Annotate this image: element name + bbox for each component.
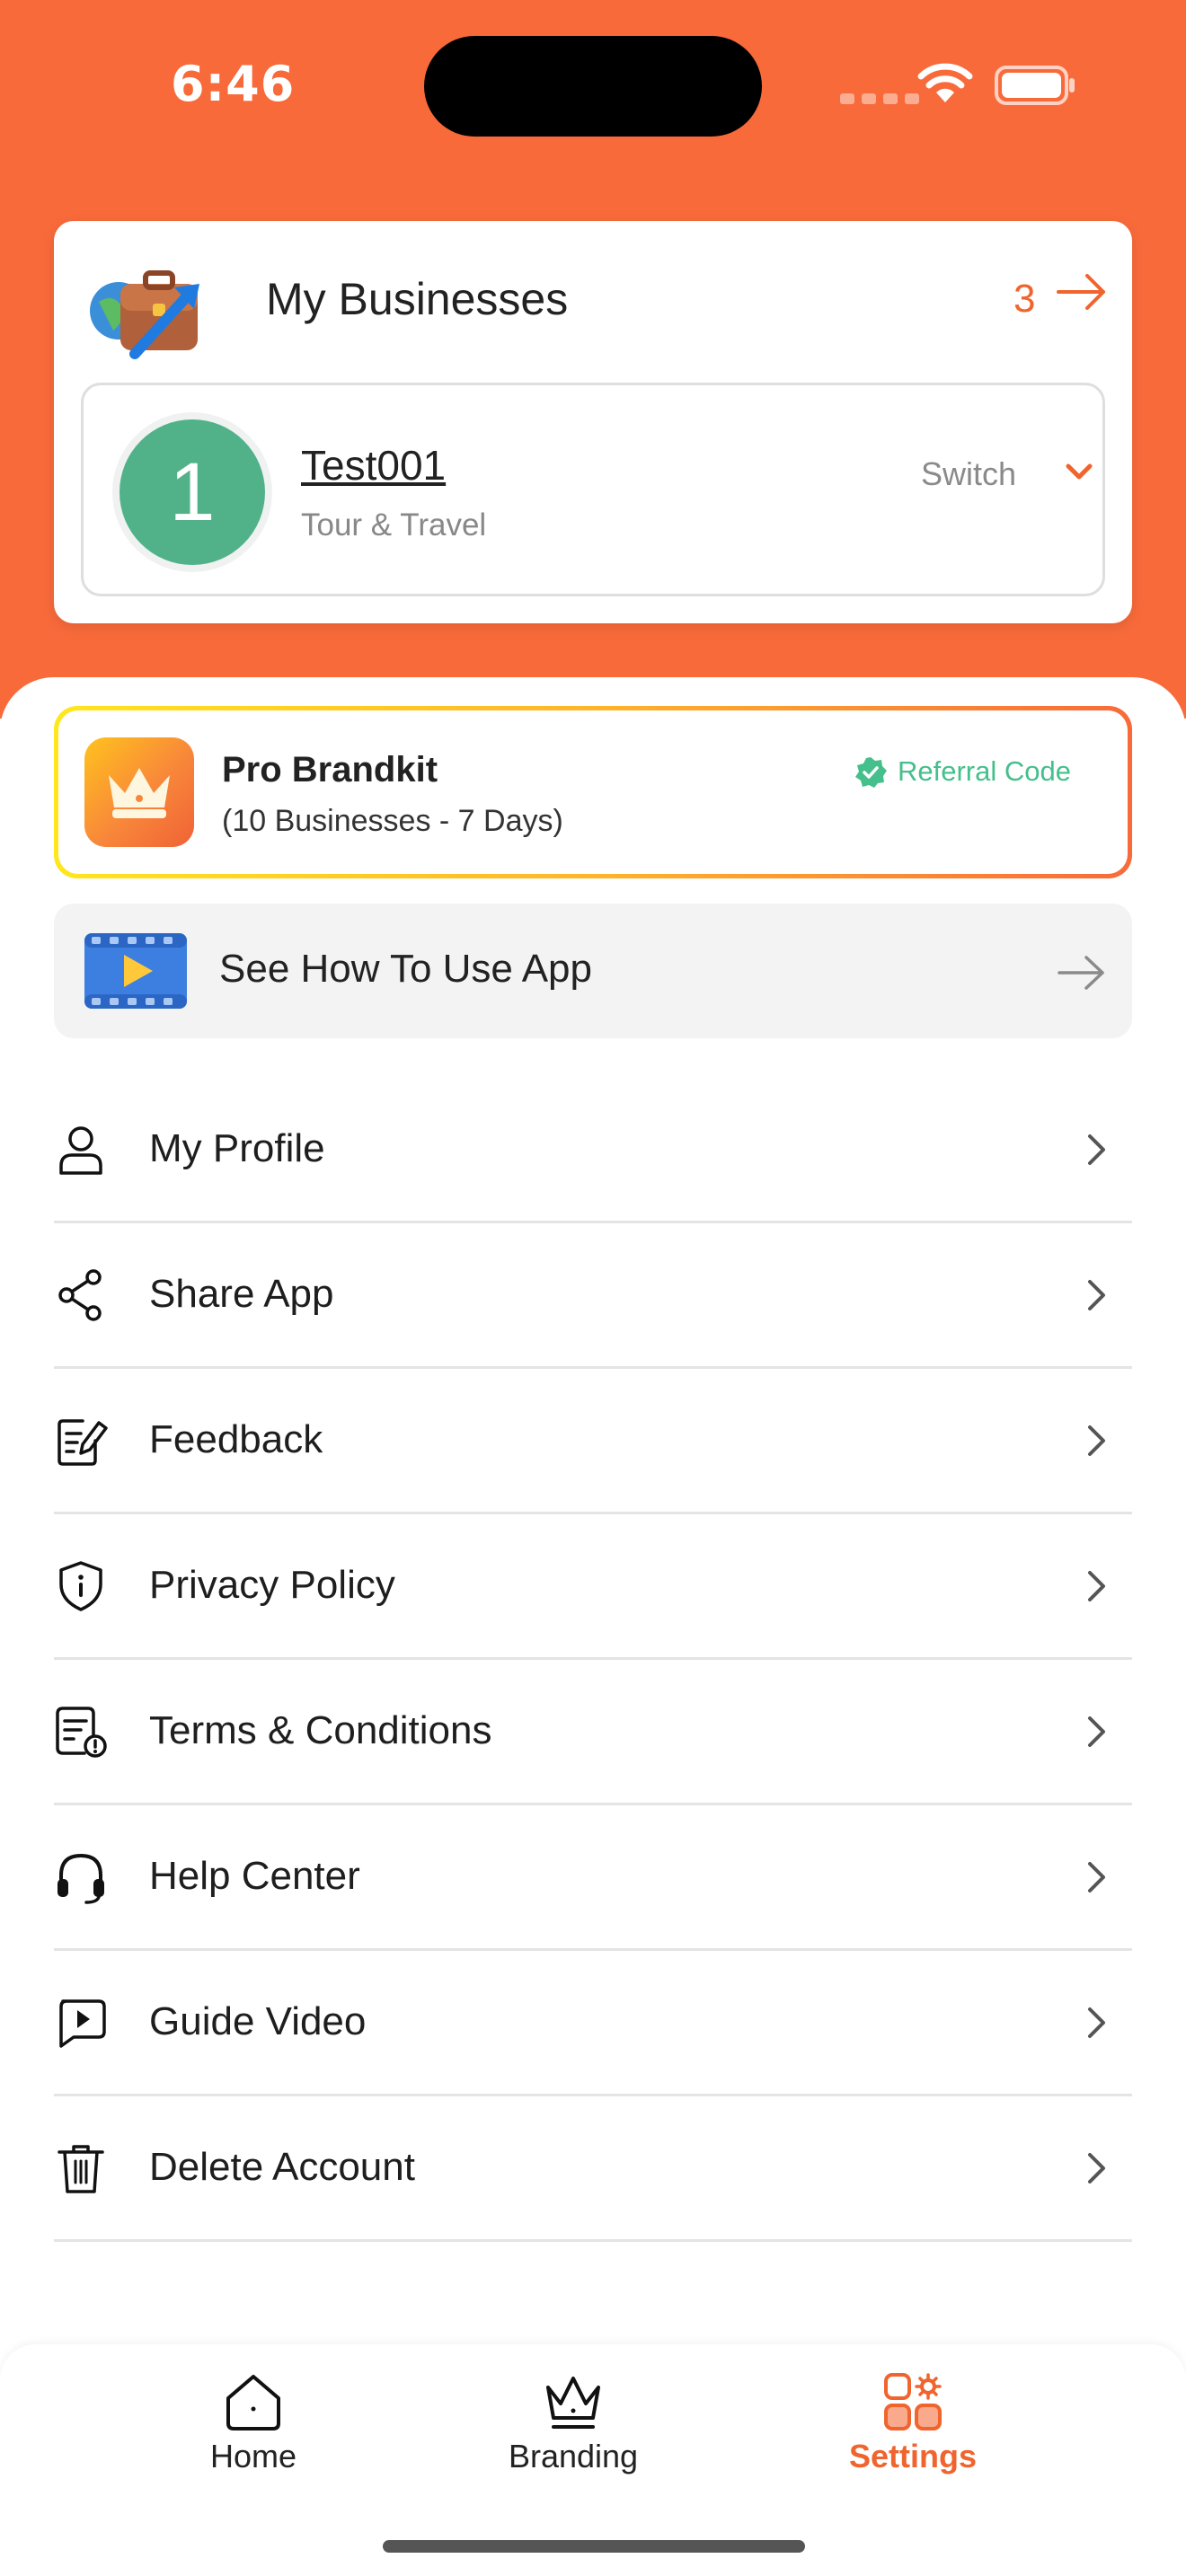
nav-home[interactable]: Home xyxy=(146,2371,361,2488)
chevron-right-icon xyxy=(1088,1425,1105,1456)
menu-item-guide-video[interactable]: Guide Video xyxy=(54,1951,1132,2096)
arrow-right-icon xyxy=(1058,956,1104,990)
dynamic-island xyxy=(424,36,762,137)
trash-icon xyxy=(58,2145,104,2193)
document-icon xyxy=(56,1707,107,1758)
settings-screen: 6:46 My Businesses 3 1 Test001 Tour & Tr… xyxy=(0,0,1186,2576)
menu-item-privacy-policy[interactable]: Privacy Policy xyxy=(54,1514,1132,1660)
chevron-right-icon xyxy=(1088,1280,1105,1310)
film-play-icon xyxy=(84,933,187,1009)
nav-branding[interactable]: Branding xyxy=(465,2371,681,2488)
headset-icon xyxy=(58,1853,104,1904)
nav-label: Settings xyxy=(848,2438,977,2475)
battery-icon xyxy=(995,66,1075,105)
business-category: Tour & Travel xyxy=(301,507,487,543)
referral-code-link[interactable]: Referral Code xyxy=(898,755,1071,788)
nav-settings[interactable]: Settings xyxy=(805,2371,1021,2488)
plan-subtitle: (10 Businesses - 7 Days) xyxy=(222,804,563,838)
menu-label: Help Center xyxy=(149,1854,360,1898)
chevron-down-icon[interactable] xyxy=(1065,463,1093,482)
crown-icon xyxy=(546,2377,600,2429)
menu-label: My Profile xyxy=(149,1126,325,1170)
current-business[interactable]: 1 Test001 Tour & Travel Switch xyxy=(81,383,1105,596)
menu-label: Feedback xyxy=(149,1417,323,1461)
crown-icon xyxy=(84,737,194,847)
menu-item-delete-account[interactable]: Delete Account xyxy=(54,2096,1132,2242)
business-name: Test001 xyxy=(301,442,447,489)
feedback-icon xyxy=(58,1419,108,1466)
menu-label: Privacy Policy xyxy=(149,1563,395,1607)
wifi-icon xyxy=(917,63,973,102)
share-icon xyxy=(58,1269,102,1321)
shield-icon xyxy=(59,1561,102,1611)
plan-card[interactable]: Pro Brandkit (10 Businesses - 7 Days) Re… xyxy=(54,706,1132,878)
arrow-right-icon[interactable] xyxy=(1055,271,1109,313)
home-indicator[interactable] xyxy=(383,2540,805,2553)
settings-menu: My Profile Share App Feedback Privacy Po… xyxy=(54,1078,1132,2242)
business-avatar: 1 xyxy=(112,412,272,572)
chevron-right-icon xyxy=(1088,2153,1105,2183)
businesses-count[interactable]: 3 xyxy=(1013,277,1035,322)
settings-grid-icon xyxy=(884,2373,942,2430)
menu-item-feedback[interactable]: Feedback xyxy=(54,1369,1132,1514)
chevron-right-icon xyxy=(1088,1716,1105,1747)
menu-label: Guide Video xyxy=(149,1999,367,2043)
plan-title: Pro Brandkit xyxy=(222,750,438,790)
nav-label: Home xyxy=(209,2438,297,2475)
switch-business-button[interactable]: Switch xyxy=(921,455,1016,493)
status-time: 6:46 xyxy=(171,56,296,112)
briefcase-growth-icon xyxy=(90,270,199,359)
chevron-right-icon xyxy=(1088,1862,1105,1892)
video-icon xyxy=(59,1999,106,2048)
chevron-right-icon xyxy=(1088,1134,1105,1165)
businesses-title: My Businesses xyxy=(266,274,569,324)
how-to-use-banner[interactable]: See How To Use App xyxy=(54,904,1132,1038)
menu-item-help-center[interactable]: Help Center xyxy=(54,1805,1132,1951)
menu-item-terms-conditions[interactable]: Terms & Conditions xyxy=(54,1660,1132,1805)
home-icon xyxy=(226,2375,280,2430)
cellular-signal-icon xyxy=(840,93,919,104)
businesses-card: My Businesses 3 1 Test001 Tour & Travel … xyxy=(54,221,1132,623)
nav-label: Branding xyxy=(508,2438,639,2475)
menu-label: Terms & Conditions xyxy=(149,1708,492,1752)
chevron-right-icon xyxy=(1088,2007,1105,2038)
verified-badge-icon xyxy=(855,757,887,788)
chevron-right-icon xyxy=(1088,1571,1105,1601)
menu-label: Share App xyxy=(149,1272,334,1316)
user-icon xyxy=(59,1126,102,1175)
business-avatar-letter: 1 xyxy=(119,419,265,565)
menu-item-share-app[interactable]: Share App xyxy=(54,1223,1132,1369)
menu-label: Delete Account xyxy=(149,2145,415,2189)
how-to-use-label: See How To Use App xyxy=(219,947,592,991)
menu-item-my-profile[interactable]: My Profile xyxy=(54,1078,1132,1223)
